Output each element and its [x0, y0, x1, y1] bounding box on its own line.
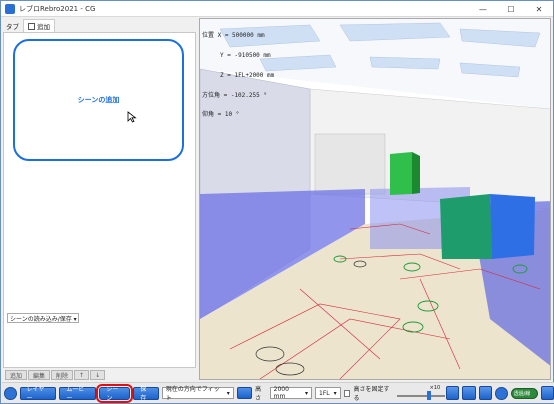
home-view-icon[interactable]: [445, 386, 460, 400]
position-z-readout: Z = 1FL+2000 mm: [202, 71, 275, 79]
azimuth-readout: 方位角 = -102.255 °: [202, 91, 267, 99]
bottom-toolbar: レイヤー ムービー シーン 保存 現在の方向でフィット ▾ 高さ 2000 mm…: [2, 382, 554, 403]
height-select[interactable]: 2000 mm ▾: [269, 386, 313, 400]
zoom-label: ×10: [429, 385, 441, 391]
fit-direction-value: 現在の方向でフィット: [165, 386, 220, 402]
save-image-button[interactable]: 保存: [133, 386, 159, 402]
chevron-down-icon: ▾: [333, 389, 337, 397]
window-title: レブロRebro2021 - CG: [19, 4, 96, 13]
height-value: 2000 mm: [273, 386, 289, 400]
maximize-button[interactable]: ☐: [497, 1, 525, 17]
edit-scene-button[interactable]: 編集: [28, 370, 51, 380]
app-logo-icon: [5, 3, 15, 14]
position-y-readout: Y = -910500 mm: [202, 51, 271, 59]
title-bar: レブロRebro2021 - CG — ☐ ✕: [1, 1, 553, 17]
camera-icon[interactable]: [462, 386, 476, 400]
window-controls: — ☐ ✕: [469, 1, 553, 17]
floor-value: 1FL: [319, 389, 330, 397]
gear-icon[interactable]: [4, 386, 17, 400]
tab-tab[interactable]: タブ: [2, 19, 23, 32]
move-up-button[interactable]: ↑: [74, 370, 90, 380]
move-down-button[interactable]: ↓: [90, 370, 106, 380]
add-scene-label: シーンの追加: [77, 96, 120, 104]
add-scene-card[interactable]: シーンの追加: [13, 39, 184, 161]
chevron-down-icon: ▾: [226, 389, 230, 397]
position-x-readout: 位置 X = 500000 mm: [202, 32, 265, 40]
tab-add[interactable]: 追加: [23, 19, 55, 32]
elevation-readout: 仰角 = 10 °: [202, 111, 240, 119]
app-window: レブロRebro2021 - CG — ☐ ✕ タブ 追加 シーンの追加 シーン…: [0, 0, 554, 404]
slider-thumb[interactable]: [426, 391, 431, 400]
3d-viewport[interactable]: 位置 X = 500000 mm Y = -910500 mm Z = 1FL+…: [199, 18, 551, 380]
chevron-down-icon: ▾: [305, 389, 309, 397]
add-scene-button[interactable]: 追加: [5, 370, 28, 380]
expand-icon[interactable]: [540, 386, 554, 400]
layer-button[interactable]: レイヤー: [19, 386, 57, 402]
apply-arrow-button[interactable]: [236, 387, 253, 399]
camera-info: 位置 X = 500000 mm Y = -910500 mm Z = 1FL+…: [202, 20, 274, 132]
export-icon[interactable]: [478, 386, 493, 400]
tab-add-label: 追加: [37, 23, 50, 31]
minimize-button[interactable]: —: [469, 1, 497, 17]
close-button[interactable]: ✕: [525, 1, 553, 17]
transparency-toggle[interactable]: 透過/線: [510, 387, 538, 399]
fit-direction-select[interactable]: 現在の方向でフィット ▾: [161, 386, 234, 402]
scene-panel: タブ 追加 シーンの追加 シーンの読み込み/保存 ▾ 追加 編集 削除 ↑ ↓: [2, 18, 198, 380]
fix-height-label: 高さを固定する: [353, 386, 390, 402]
movie-button[interactable]: ムービー: [59, 386, 97, 402]
slider-track: [396, 395, 445, 397]
zoom-slider[interactable]: ×10: [396, 385, 445, 400]
delete-scene-button[interactable]: 削除: [51, 370, 74, 380]
height-label: 高さ: [255, 386, 262, 402]
floor-select[interactable]: 1FL ▾: [315, 387, 341, 399]
scene-load-save-select[interactable]: シーンの読み込み/保存 ▾: [7, 313, 79, 323]
help-icon[interactable]: [495, 386, 508, 400]
scene-button[interactable]: シーン: [96, 383, 134, 403]
fix-height-checkbox[interactable]: [343, 389, 351, 397]
scene-list: シーンの追加 シーンの読み込み/保存 ▾: [3, 32, 196, 368]
add-tab-icon: [28, 22, 35, 30]
mouse-cursor-icon: [127, 111, 137, 123]
scene-actions: 追加 編集 削除 ↑ ↓: [5, 370, 106, 380]
panel-tab-strip: タブ 追加: [2, 18, 198, 32]
